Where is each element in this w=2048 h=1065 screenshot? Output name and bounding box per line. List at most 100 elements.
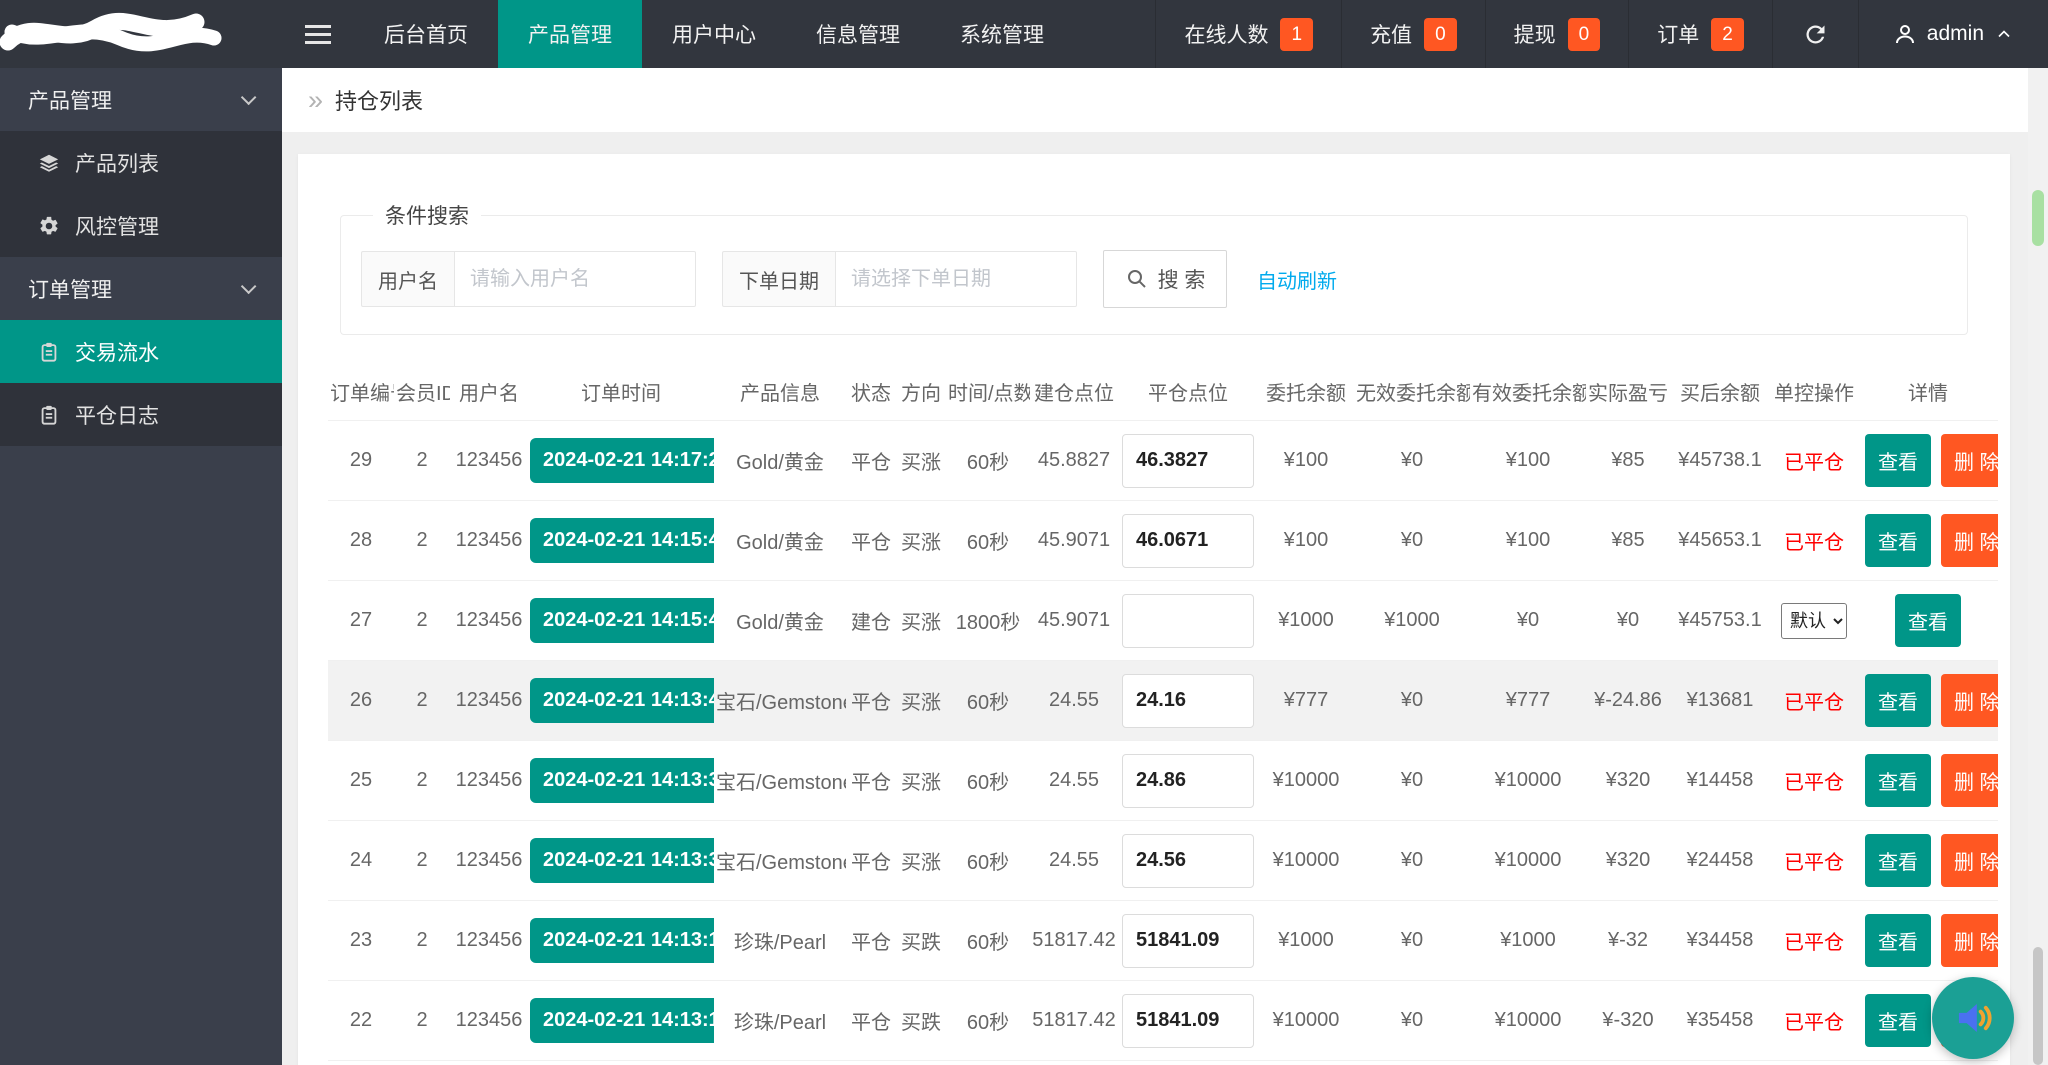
table-row: 27 2 123456 2024-02-21 14:15:42 Gold/黄金 建仓 买涨 1… <box>328 580 1998 661</box>
valid-entrust-cell: ¥100 <box>1470 500 1586 581</box>
close-point-input[interactable] <box>1122 433 1254 488</box>
table-row: 2121234562024-02-21 14:13:03珍珠/Pearl建仓买涨… <box>328 1060 1998 1065</box>
nav-item-info[interactable]: 信息管理 <box>786 0 930 68</box>
table-row: 26 2 123456 2024-02-21 14:13:45 宝石/Gemstone 平… <box>328 660 1998 741</box>
sidebar-group-product-mgmt[interactable]: 产品管理 <box>0 68 282 131</box>
order-id-cell: 23 <box>328 900 394 981</box>
column-header-10: 委托余额 <box>1266 383 1346 405</box>
nav-stat-withdraw[interactable]: 提现 0 <box>1484 0 1629 68</box>
view-button[interactable]: 查看 <box>1865 514 1931 567</box>
close-point-input[interactable] <box>1122 513 1254 568</box>
order-time-button[interactable]: 2024-02-21 14:13:17 <box>530 918 714 963</box>
nav-item-system[interactable]: 系统管理 <box>930 0 1074 68</box>
product-cell: Gold/黄金 <box>714 500 846 581</box>
direction-cell: 买涨 <box>896 580 946 661</box>
balance-cell: ¥44458 <box>1670 1060 1770 1065</box>
sidebar-item-trade-flow[interactable]: 交易流水 <box>0 320 282 383</box>
sidebar-item-close-log[interactable]: 平仓日志 <box>0 383 282 446</box>
member-id-cell: 2 <box>394 980 450 1061</box>
scrollbar-thumb[interactable] <box>2032 190 2044 246</box>
duration-cell: 60秒 <box>946 500 1030 581</box>
order-time-button[interactable]: 2024-02-21 14:13:35 <box>530 758 714 803</box>
member-id-cell: 2 <box>394 420 450 501</box>
caret-up-icon <box>1998 30 2010 38</box>
nav-item-product[interactable]: 产品管理 <box>498 0 642 68</box>
order-time-button[interactable]: 2024-02-21 14:17:26 <box>530 438 714 483</box>
nav-stat-online[interactable]: 在线人数 1 <box>1155 0 1341 68</box>
status-cell: 平仓 <box>846 660 896 741</box>
nav-item-home[interactable]: 后台首页 <box>354 0 498 68</box>
top-navbar: 后台首页 产品管理 用户中心 信息管理 系统管理 在线人数 1 充值 0 提现 0 订单 2 admi… <box>0 0 2048 68</box>
profit-cell: ¥0 <box>1586 580 1670 661</box>
view-button[interactable]: 查看 <box>1865 994 1931 1047</box>
detail-cell: 查看删 除 <box>1858 500 1998 581</box>
control-status-label: 已平仓 <box>1784 772 1844 794</box>
search-legend: 条件搜索 <box>385 205 469 228</box>
username-cell: 123456 <box>450 1060 528 1065</box>
entrust-cell: ¥10000 <box>1258 820 1354 901</box>
delete-button[interactable]: 删 除 <box>1941 914 1998 967</box>
username-input[interactable] <box>454 251 696 307</box>
delete-button[interactable]: 删 除 <box>1941 434 1998 487</box>
nav-stat-orders[interactable]: 订单 2 <box>1628 0 1772 68</box>
delete-button[interactable]: 删 除 <box>1941 834 1998 887</box>
close-point-input[interactable] <box>1122 753 1254 808</box>
delete-button[interactable]: 删 除 <box>1941 514 1998 567</box>
view-button[interactable]: 查看 <box>1865 674 1931 727</box>
hamburger-icon[interactable] <box>282 0 354 68</box>
sidebar-group-order-mgmt[interactable]: 订单管理 <box>0 257 282 320</box>
order-time-cell: 2024-02-21 14:13:35 <box>528 740 714 821</box>
valid-entrust-cell: ¥10000 <box>1470 820 1586 901</box>
sound-float-button[interactable] <box>1932 977 2014 1059</box>
order-time-button[interactable]: 2024-02-21 14:15:47 <box>530 518 714 563</box>
order-date-input[interactable] <box>835 251 1077 307</box>
username-cell: 123456 <box>450 420 528 501</box>
delete-button[interactable]: 删 除 <box>1941 754 1998 807</box>
sidebar-item-risk-mgmt[interactable]: 风控管理 <box>0 194 282 257</box>
order-time-cell: 2024-02-21 14:15:42 <box>528 580 714 661</box>
username-cell: 123456 <box>450 580 528 661</box>
invalid-entrust-cell: ¥0 <box>1354 500 1470 581</box>
count-badge: 0 <box>1424 17 1457 51</box>
delete-button[interactable]: 删 除 <box>1941 674 1998 727</box>
view-button[interactable]: 查看 <box>1865 834 1931 887</box>
close-point-cell <box>1118 740 1258 821</box>
balance-cell: ¥14458 <box>1670 740 1770 821</box>
sidebar-item-product-list[interactable]: 产品列表 <box>0 131 282 194</box>
status-cell: 建仓 <box>846 1060 896 1065</box>
auto-refresh-link[interactable]: 自动刷新 <box>1257 265 1337 294</box>
close-point-input[interactable] <box>1122 913 1254 968</box>
close-point-input[interactable] <box>1122 673 1254 728</box>
order-time-button[interactable]: 2024-02-21 14:13:32 <box>530 838 714 883</box>
view-button[interactable]: 查看 <box>1865 754 1931 807</box>
search-button[interactable]: 搜 索 <box>1103 250 1227 308</box>
order-time-button[interactable]: 2024-02-21 14:13:45 <box>530 678 714 723</box>
sidebar-group-label: 订单管理 <box>28 278 112 302</box>
view-button[interactable]: 查看 <box>1865 914 1931 967</box>
user-menu[interactable]: admin <box>1857 0 2048 68</box>
order-time-button[interactable]: 2024-02-21 14:15:42 <box>530 598 714 643</box>
nav-item-user-center[interactable]: 用户中心 <box>642 0 786 68</box>
user-icon <box>1895 25 1914 44</box>
entrust-cell: ¥10000 <box>1258 740 1354 821</box>
product-cell: 珍珠/Pearl <box>714 980 846 1061</box>
close-point-input[interactable] <box>1122 993 1254 1048</box>
order-time-button[interactable]: 2024-02-21 14:13:12 <box>530 998 714 1043</box>
close-point-input[interactable] <box>1122 833 1254 888</box>
scrollbar-thumb-secondary[interactable] <box>2033 947 2043 1065</box>
nav-stat-recharge[interactable]: 充值 0 <box>1341 0 1485 68</box>
view-button[interactable]: 查看 <box>1865 434 1931 487</box>
control-select[interactable]: 默认 <box>1781 602 1847 639</box>
main-menu: 后台首页 产品管理 用户中心 信息管理 系统管理 <box>354 0 1074 68</box>
order-id-cell: 24 <box>328 820 394 901</box>
detail-cell: 查看删 除 <box>1858 740 1998 821</box>
refresh-button[interactable] <box>1771 0 1858 68</box>
sidebar-submenu: 产品列表 风控管理 <box>0 131 282 257</box>
close-point-cell <box>1118 420 1258 501</box>
open-point-cell: 24.55 <box>1030 740 1118 821</box>
direction-cell: 买跌 <box>896 980 946 1061</box>
view-button[interactable]: 查看 <box>1895 594 1961 647</box>
search-icon <box>1127 270 1146 288</box>
clipboard-icon <box>38 404 60 426</box>
close-point-input[interactable] <box>1122 593 1254 648</box>
